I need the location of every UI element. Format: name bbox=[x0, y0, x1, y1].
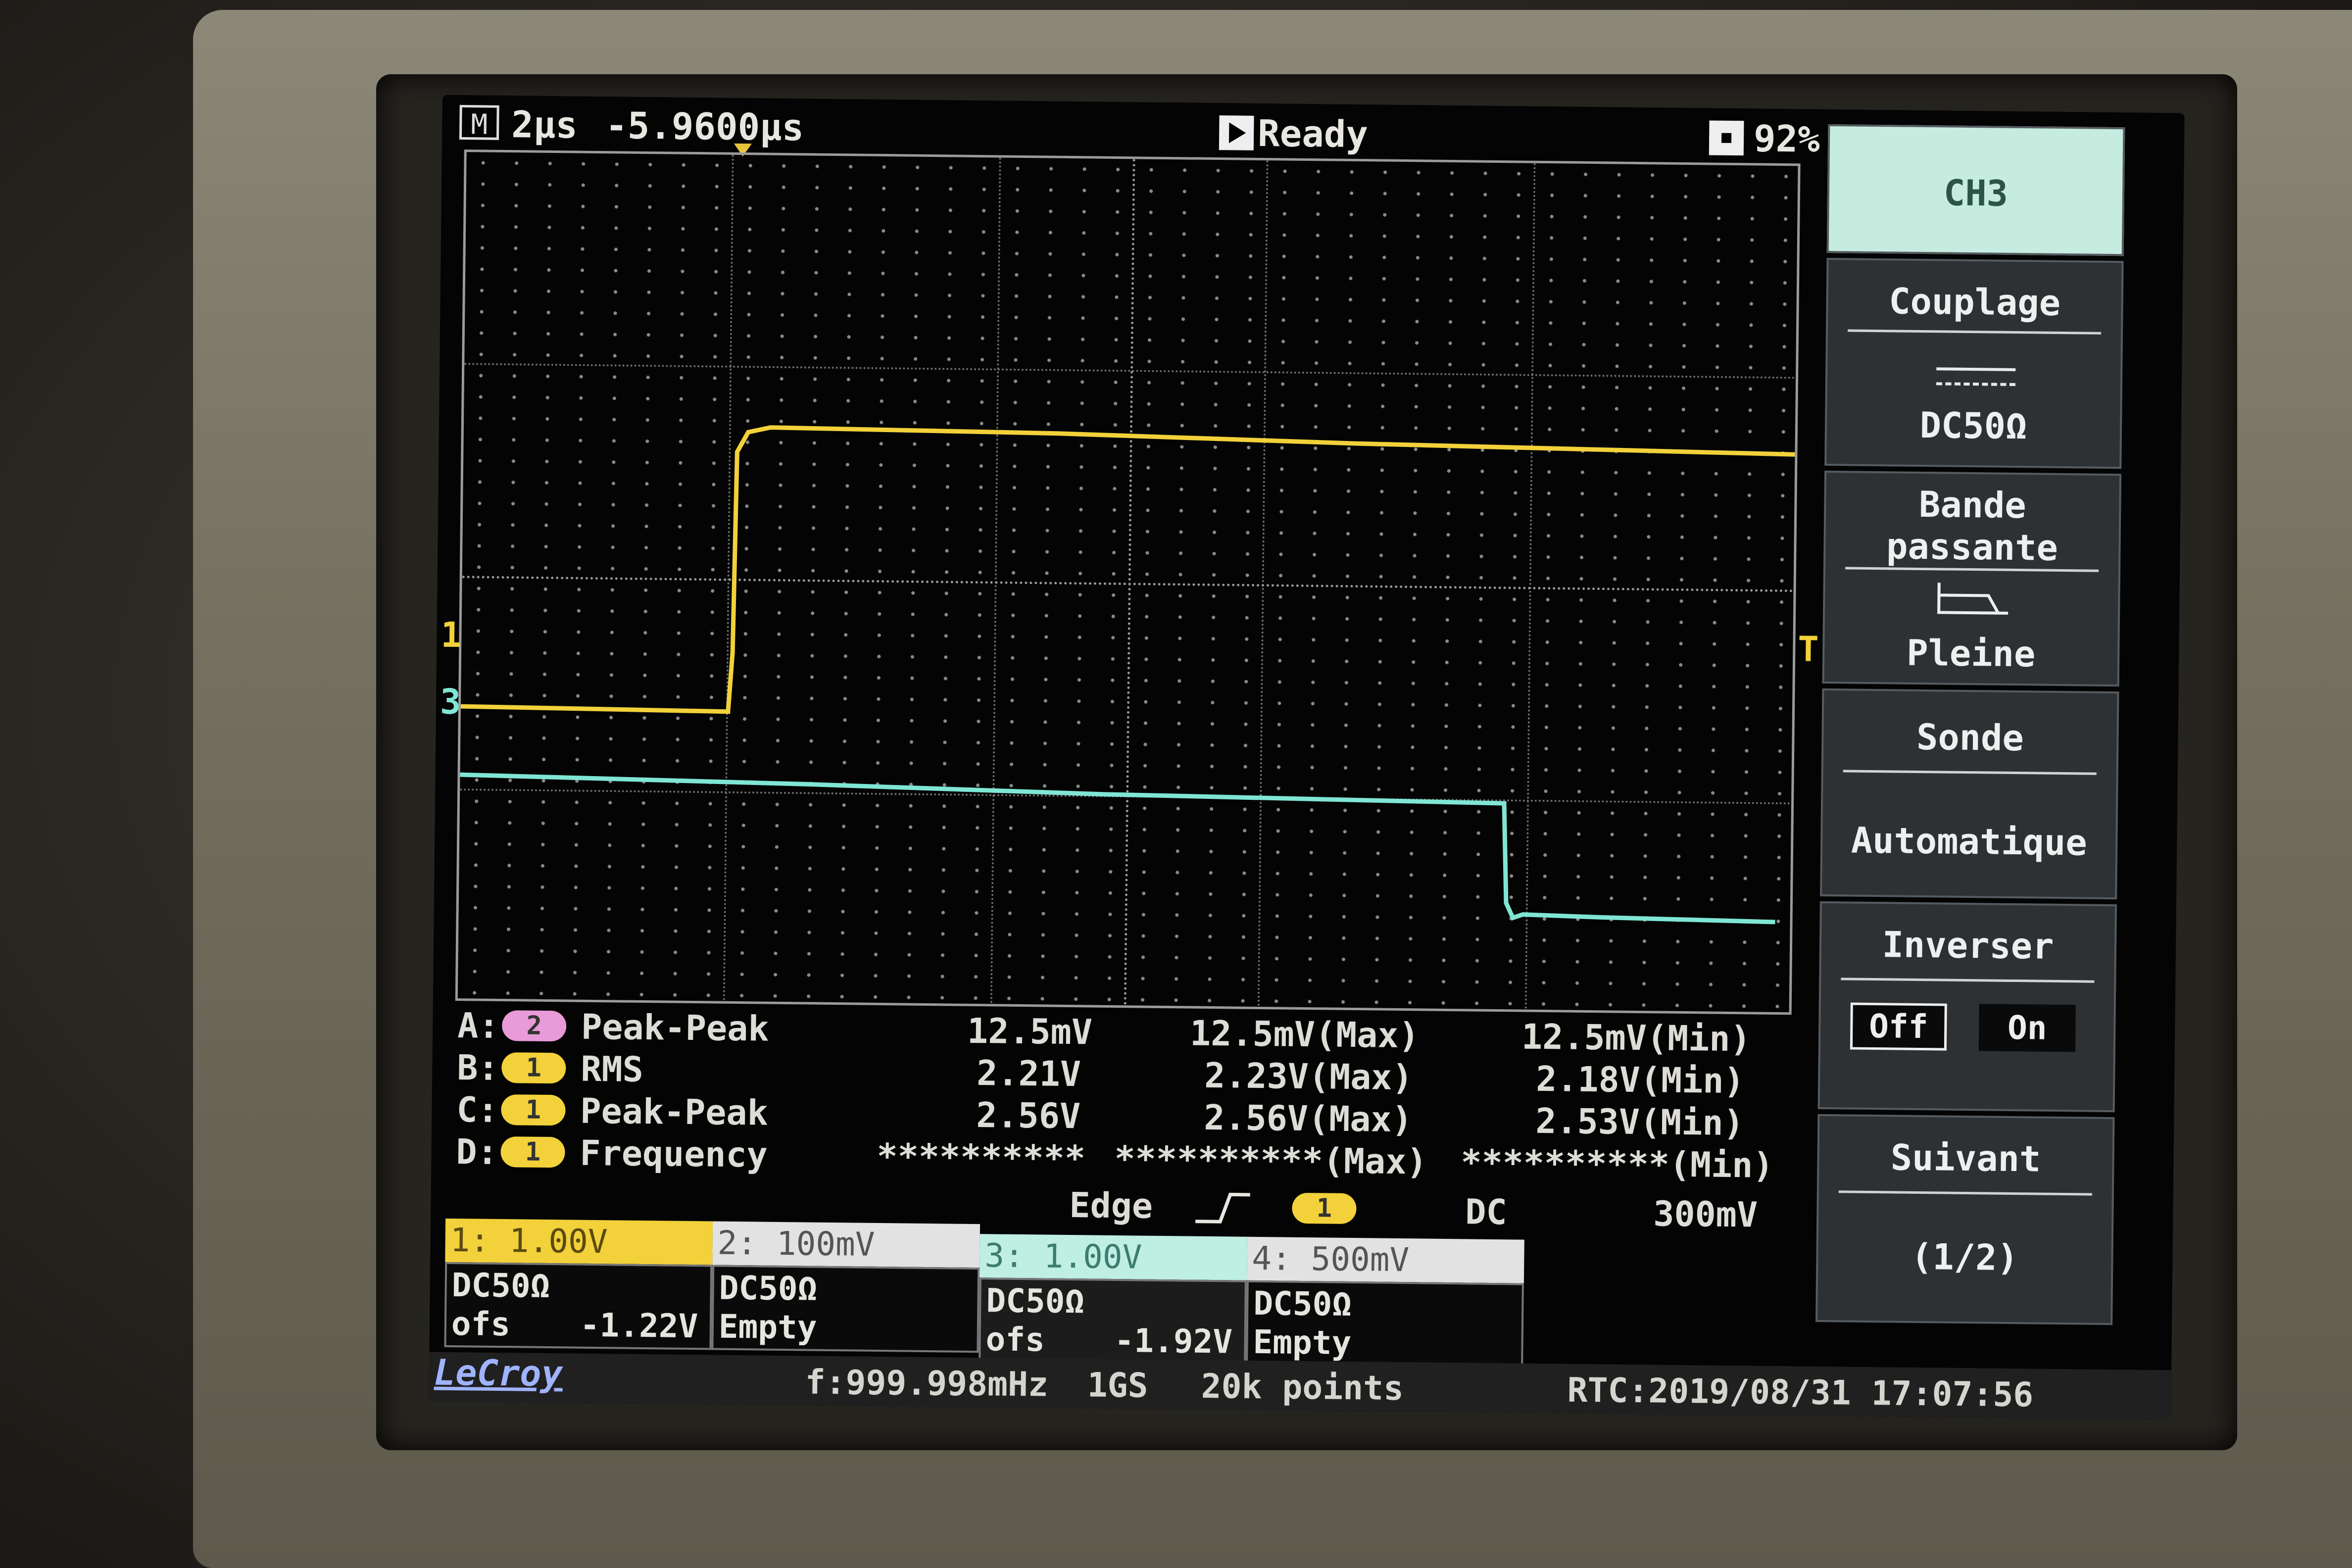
coupling-value: DC50Ω bbox=[1919, 404, 2027, 447]
channel-1-header: 1: 1.00V bbox=[445, 1218, 713, 1265]
channel-2-info[interactable]: 2: 100mV DC50Ω Empty bbox=[711, 1221, 980, 1353]
channel-2-body: DC50Ω Empty bbox=[711, 1265, 980, 1353]
rising-edge-icon bbox=[1195, 1192, 1250, 1224]
full-bandwidth-icon bbox=[1937, 583, 2009, 615]
ch3-waveform bbox=[460, 772, 1775, 925]
measurement-value: ********** bbox=[877, 1135, 1086, 1179]
trigger-source-badge: 1 bbox=[1292, 1192, 1357, 1225]
next-page-indicator: (1/2) bbox=[1911, 1235, 2019, 1279]
channel-4-coupling: DC50Ω bbox=[1253, 1284, 1352, 1324]
delay-readout: -5.9600µs bbox=[605, 104, 804, 149]
channel-1-ofs-label: ofs bbox=[451, 1304, 511, 1344]
dc-coupling-icon bbox=[1936, 367, 2016, 371]
measurement-slot: C: bbox=[456, 1089, 499, 1130]
measurement-name: Frequency bbox=[580, 1132, 768, 1176]
waveforms-svg bbox=[460, 425, 1795, 925]
invert-label: Inverser bbox=[1882, 924, 2054, 967]
measurement-name: Peak-Peak bbox=[580, 1090, 769, 1133]
battery-level: 92% bbox=[1753, 117, 1820, 161]
measurement-slot: B: bbox=[456, 1047, 499, 1088]
invert-on-option[interactable]: On bbox=[1978, 1004, 2076, 1052]
trigger-level-marker: T bbox=[1797, 629, 1819, 670]
ch1-waveform bbox=[460, 425, 1795, 714]
dc-coupling-icon-dash bbox=[1936, 382, 2015, 386]
channel-3-body: DC50Ω ofs -1.92V bbox=[979, 1277, 1247, 1366]
next-label: Suivant bbox=[1890, 1136, 2041, 1180]
ch1-level-marker: 1 bbox=[441, 614, 462, 656]
channel-1-offset: -1.22V bbox=[580, 1306, 698, 1346]
trigger-coupling: DC bbox=[1465, 1191, 1508, 1233]
mode-icon: M bbox=[459, 105, 499, 141]
menu-title-ch3[interactable]: CH3 bbox=[1826, 124, 2125, 256]
battery-icon bbox=[1709, 120, 1744, 156]
channel-4-header: 4: 500mV bbox=[1246, 1236, 1524, 1283]
channel-3-ofs-label: ofs bbox=[985, 1320, 1045, 1359]
measurement-value: 12.5mV bbox=[967, 1010, 1093, 1053]
measurement-min: 2.18V(Min) bbox=[1535, 1058, 1745, 1102]
bandwidth-label-2: passante bbox=[1886, 525, 2058, 569]
channel-2-header: 2: 100mV bbox=[712, 1221, 980, 1268]
frequency-readout: f:999.998mHz bbox=[805, 1363, 1049, 1405]
trigger-type: Edge bbox=[1069, 1185, 1153, 1226]
measurement-slot: A: bbox=[457, 1005, 499, 1046]
probe-label: Sonde bbox=[1916, 716, 2024, 759]
channel-4-info[interactable]: 4: 500mV DC50Ω Empty bbox=[1246, 1236, 1524, 1369]
invert-off-option[interactable]: Off bbox=[1850, 1002, 1947, 1051]
rtc-clock: RTC:2019/08/31 17:07:56 bbox=[1567, 1371, 2034, 1415]
measurement-channel-badge: 1 bbox=[501, 1094, 566, 1126]
measurement-max: 2.23V(Max) bbox=[1204, 1055, 1414, 1098]
channel-1-body: DC50Ω ofs -1.22V bbox=[444, 1262, 713, 1350]
timebase-readout: 2µs bbox=[511, 103, 578, 147]
measurement-value: 2.21V bbox=[976, 1053, 1081, 1095]
probe-button[interactable]: Sonde Automatique bbox=[1820, 688, 2119, 900]
measurement-min: 2.53V(Min) bbox=[1535, 1100, 1745, 1144]
next-page-button[interactable]: Suivant (1/2) bbox=[1815, 1114, 2115, 1325]
bandwidth-button[interactable]: Bande passante Pleine bbox=[1822, 470, 2122, 687]
measurement-min: 12.5mV(Min) bbox=[1521, 1016, 1752, 1060]
separator bbox=[1841, 978, 2095, 983]
menu-title-label: CH3 bbox=[1943, 172, 2009, 214]
measurement-channel-badge: 2 bbox=[501, 1010, 567, 1042]
channel-4-body: DC50Ω Empty bbox=[1246, 1280, 1524, 1369]
bandwidth-label-1: Bande bbox=[1918, 483, 2027, 527]
coupling-label: Couplage bbox=[1888, 280, 2061, 324]
trigger-level: 300mV bbox=[1653, 1193, 1758, 1235]
channel-3-coupling: DC50Ω bbox=[986, 1281, 1085, 1321]
measurement-channel-badge: 1 bbox=[501, 1052, 566, 1084]
acquisition-status: Ready bbox=[1257, 112, 1369, 156]
channel-2-status: Empty bbox=[718, 1307, 817, 1347]
lecroy-logo: LeCroy bbox=[434, 1351, 563, 1395]
ch3-level-marker: 3 bbox=[440, 681, 461, 723]
waveform-graticule bbox=[455, 149, 1801, 1015]
probe-value: Automatique bbox=[1851, 819, 2088, 864]
oscilloscope-display: M 2µs -5.9600µs Ready 92% 1 3 T CH3 Coup… bbox=[429, 95, 2185, 1420]
separator bbox=[1843, 770, 2097, 775]
measurement-name: Peak-Peak bbox=[581, 1006, 769, 1049]
invert-button[interactable]: Inverser Off On bbox=[1817, 901, 2117, 1113]
separator bbox=[1838, 1190, 2092, 1196]
channel-1-info[interactable]: 1: 1.00V DC50Ω ofs -1.22V bbox=[444, 1218, 713, 1350]
channel-3-info[interactable]: 3: 1.00V DC50Ω ofs -1.92V bbox=[979, 1234, 1247, 1366]
measurement-min: **********(Min) bbox=[1461, 1142, 1774, 1186]
channel-3-header: 3: 1.00V bbox=[979, 1234, 1247, 1280]
measurement-max: **********(Max) bbox=[1114, 1138, 1428, 1182]
sample-rate: 1GS bbox=[1087, 1366, 1148, 1406]
measurement-channel-badge: 1 bbox=[500, 1136, 565, 1168]
coupling-button[interactable]: Couplage DC50Ω bbox=[1824, 257, 2124, 469]
channel-3-offset: -1.92V bbox=[1114, 1322, 1233, 1361]
bandwidth-value: Pleine bbox=[1906, 632, 2036, 675]
play-icon bbox=[1219, 115, 1254, 150]
measurement-max: 12.5mV(Max) bbox=[1189, 1013, 1420, 1056]
measurement-name: RMS bbox=[580, 1048, 644, 1090]
measurement-value: 2.56V bbox=[976, 1095, 1081, 1137]
channel-2-coupling: DC50Ω bbox=[719, 1269, 818, 1308]
measurement-max: 2.56V(Max) bbox=[1203, 1097, 1413, 1140]
separator bbox=[1848, 329, 2102, 335]
record-length: 20k points bbox=[1201, 1367, 1404, 1409]
channel-1-coupling: DC50Ω bbox=[451, 1266, 550, 1306]
channel-4-status: Empty bbox=[1253, 1323, 1352, 1363]
measurement-slot: D: bbox=[456, 1131, 498, 1173]
